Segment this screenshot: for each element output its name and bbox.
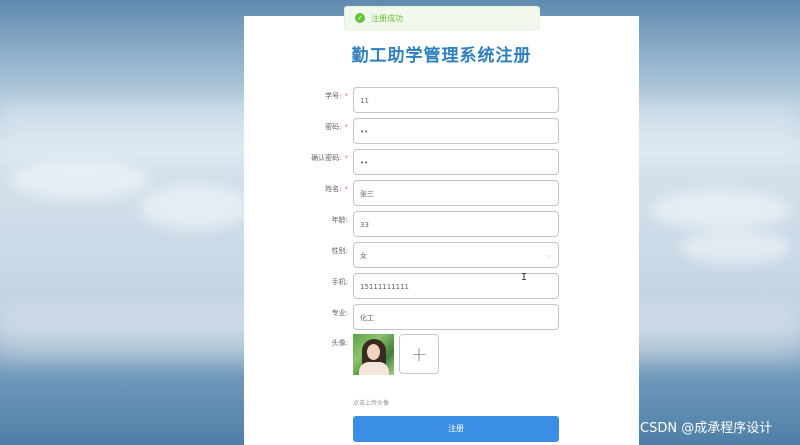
student-id-input[interactable]: 11	[353, 87, 559, 113]
plus-icon: +	[410, 342, 428, 366]
register-button[interactable]: 注册	[353, 416, 559, 442]
form-row-name: 姓名: * 张三	[244, 180, 639, 206]
form-row-confirm-password: 确认密码: * ••	[244, 149, 639, 175]
form-row-phone: 手机: 15111111111	[244, 273, 639, 299]
required-mark: *	[344, 154, 349, 162]
major-label: 专业:	[331, 309, 348, 317]
form-row-major: 专业: 化工	[244, 304, 639, 330]
watermark: CSDN @成承程序设计	[640, 421, 773, 436]
major-input[interactable]: 化工	[353, 304, 559, 330]
confirm-password-label: 确认密码: *	[311, 154, 349, 162]
form-row-gender: 性别: 女 ⌵	[244, 242, 639, 268]
required-mark: *	[344, 92, 349, 100]
password-input[interactable]: ••	[353, 118, 559, 144]
form-row-student-id: 学号: * 11	[244, 87, 639, 113]
avatar[interactable]	[353, 334, 394, 375]
phone-input[interactable]: 15111111111	[353, 273, 559, 299]
form-row-age: 年龄: 33	[244, 211, 639, 237]
age-input[interactable]: 33	[353, 211, 559, 237]
success-toast: ✓ 注册成功	[344, 6, 540, 30]
page-title: 勤工助学管理系统注册	[351, 46, 532, 65]
upload-hint: 点击上传头像	[353, 400, 390, 407]
age-label: 年龄:	[331, 216, 348, 224]
gender-select-value: 女	[360, 252, 367, 260]
name-label: 姓名: *	[325, 185, 349, 193]
gender-select[interactable]: 女 ⌵	[353, 242, 559, 268]
avatar-label: 头像:	[331, 339, 348, 347]
text-cursor-icon: I	[521, 272, 528, 283]
gender-label: 性别:	[331, 247, 348, 255]
phone-label: 手机:	[331, 278, 348, 286]
required-mark: *	[344, 123, 349, 131]
chevron-down-icon: ⌵	[545, 251, 552, 260]
required-mark: *	[344, 185, 349, 193]
upload-avatar-button[interactable]: +	[399, 334, 439, 374]
form-row-password: 密码: * ••	[244, 118, 639, 144]
register-panel: 勤工助学管理系统注册 学号: * 11 密码: * •• 确认密码: * •• 姓名:…	[244, 16, 639, 445]
toast-message: 注册成功	[371, 13, 403, 23]
check-circle-icon: ✓	[355, 13, 365, 23]
confirm-password-input[interactable]: ••	[353, 149, 559, 175]
name-input[interactable]: 张三	[353, 180, 559, 206]
student-id-label: 学号: *	[325, 92, 349, 100]
password-label: 密码: *	[325, 123, 349, 131]
form-row-avatar: 头像: +	[244, 334, 639, 378]
